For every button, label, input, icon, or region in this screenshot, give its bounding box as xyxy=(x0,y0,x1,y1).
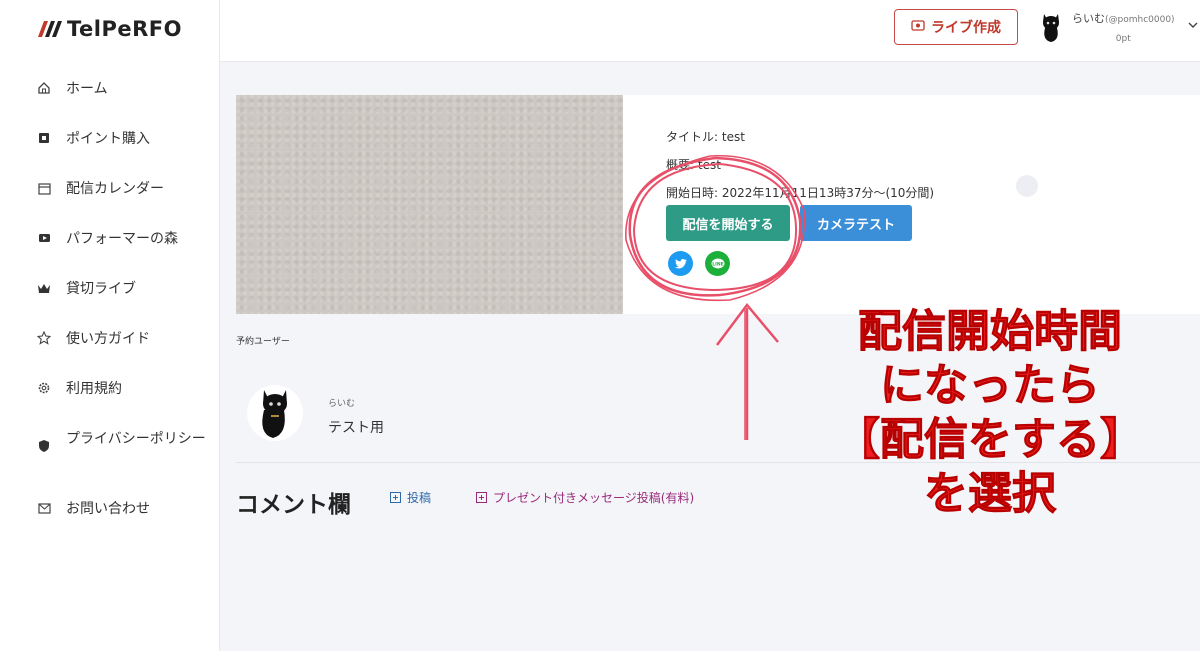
sidebar: TelPeRFO ホーム ポイント購入 配信カレンダー パフォーマーの森 貸切ラ… xyxy=(0,0,220,651)
video-icon xyxy=(36,230,52,246)
sidebar-item-private-live[interactable]: 貸切ライブ xyxy=(36,278,216,328)
sidebar-item-label: パフォーマーの森 xyxy=(66,231,178,247)
present-message-link[interactable]: プレゼント付きメッセージ投稿(有料) xyxy=(476,489,694,506)
sidebar-item-forest[interactable]: パフォーマーの森 xyxy=(36,228,216,278)
sidebar-item-contact[interactable]: お問い合わせ xyxy=(36,498,216,538)
create-live-button[interactable]: ライブ作成 xyxy=(894,9,1018,45)
star-icon xyxy=(36,330,52,346)
sidebar-item-guide[interactable]: 使い方ガイド xyxy=(36,328,216,378)
brand-name: TelPeRFO xyxy=(67,17,182,41)
sidebar-item-label: 使い方ガイド xyxy=(66,331,150,347)
sidebar-item-label: 貸切ライブ xyxy=(66,281,136,297)
annotation-line: を選択 xyxy=(924,468,1057,520)
annotation-text: 配信開始時間 になったら 【配信をする】 を選択 xyxy=(780,305,1200,521)
logo-mark-icon xyxy=(38,21,62,37)
sidebar-item-label: 配信カレンダー xyxy=(66,181,164,197)
sidebar-item-label: プライバシーポリシー xyxy=(66,431,206,447)
plus-box-icon xyxy=(476,492,487,503)
top-header: ライブ作成 らいむ(@pomhc0000) 0pt xyxy=(220,0,1200,62)
mail-icon xyxy=(36,500,52,516)
sidebar-nav: ホーム ポイント購入 配信カレンダー パフォーマーの森 貸切ライブ 使い方ガイド… xyxy=(36,78,216,538)
calendar-icon xyxy=(36,180,52,196)
annotation-line: 【配信をする】 xyxy=(836,414,1145,466)
avatar xyxy=(1043,14,1059,42)
user-points: 0pt xyxy=(1115,34,1131,44)
sidebar-item-home[interactable]: ホーム xyxy=(36,78,216,128)
user-info: らいむ(@pomhc0000) 0pt xyxy=(1072,10,1175,44)
gear-icon xyxy=(36,380,52,396)
sidebar-item-label: ホーム xyxy=(66,81,108,97)
sidebar-item-points[interactable]: ポイント購入 xyxy=(36,128,216,178)
chevron-down-icon[interactable] xyxy=(1188,20,1198,30)
create-live-label: ライブ作成 xyxy=(931,20,1001,36)
sidebar-item-terms[interactable]: 利用規約 xyxy=(36,378,216,428)
home-icon xyxy=(36,80,52,96)
user-menu[interactable]: らいむ(@pomhc0000) 0pt xyxy=(1038,10,1198,44)
sidebar-item-label: 利用規約 xyxy=(66,381,122,397)
annotation-arrow xyxy=(716,302,779,440)
user-name: らいむ xyxy=(1072,12,1105,25)
sidebar-item-label: ポイント購入 xyxy=(66,131,150,147)
post-comment-label: 投稿 xyxy=(407,491,432,505)
brand-logo[interactable]: TelPeRFO xyxy=(38,17,182,41)
sidebar-item-privacy[interactable]: プライバシーポリシー xyxy=(36,428,216,498)
sidebar-item-calendar[interactable]: 配信カレンダー xyxy=(36,178,216,228)
shield-icon xyxy=(36,438,52,454)
annotation-line: 配信開始時間 xyxy=(858,306,1123,358)
camera-icon xyxy=(911,19,925,35)
stream-thumbnail xyxy=(236,95,623,314)
post-comment-link[interactable]: 投稿 xyxy=(390,489,431,506)
comment-section-title: コメント欄 xyxy=(236,492,351,518)
camera-test-button[interactable]: カメラテスト xyxy=(800,205,912,241)
crown-icon xyxy=(36,280,52,296)
sidebar-item-label: お問い合わせ xyxy=(66,501,150,517)
user-handle: (@pomhc0000) xyxy=(1105,15,1175,25)
annotation-circle xyxy=(625,154,806,302)
plus-box-icon xyxy=(390,492,401,503)
annotation-line: になったら xyxy=(880,360,1101,412)
present-message-label: プレゼント付きメッセージ投稿(有料) xyxy=(493,491,695,505)
reserved-users-label: 予約ユーザー xyxy=(236,337,290,347)
reserved-user-note: テスト用 xyxy=(328,420,384,436)
reserved-user-avatar[interactable] xyxy=(246,382,304,444)
reserved-user-name: らいむ xyxy=(328,399,356,409)
status-dot xyxy=(1016,175,1038,197)
stream-title: タイトル: test xyxy=(666,130,745,144)
points-icon xyxy=(36,130,52,146)
